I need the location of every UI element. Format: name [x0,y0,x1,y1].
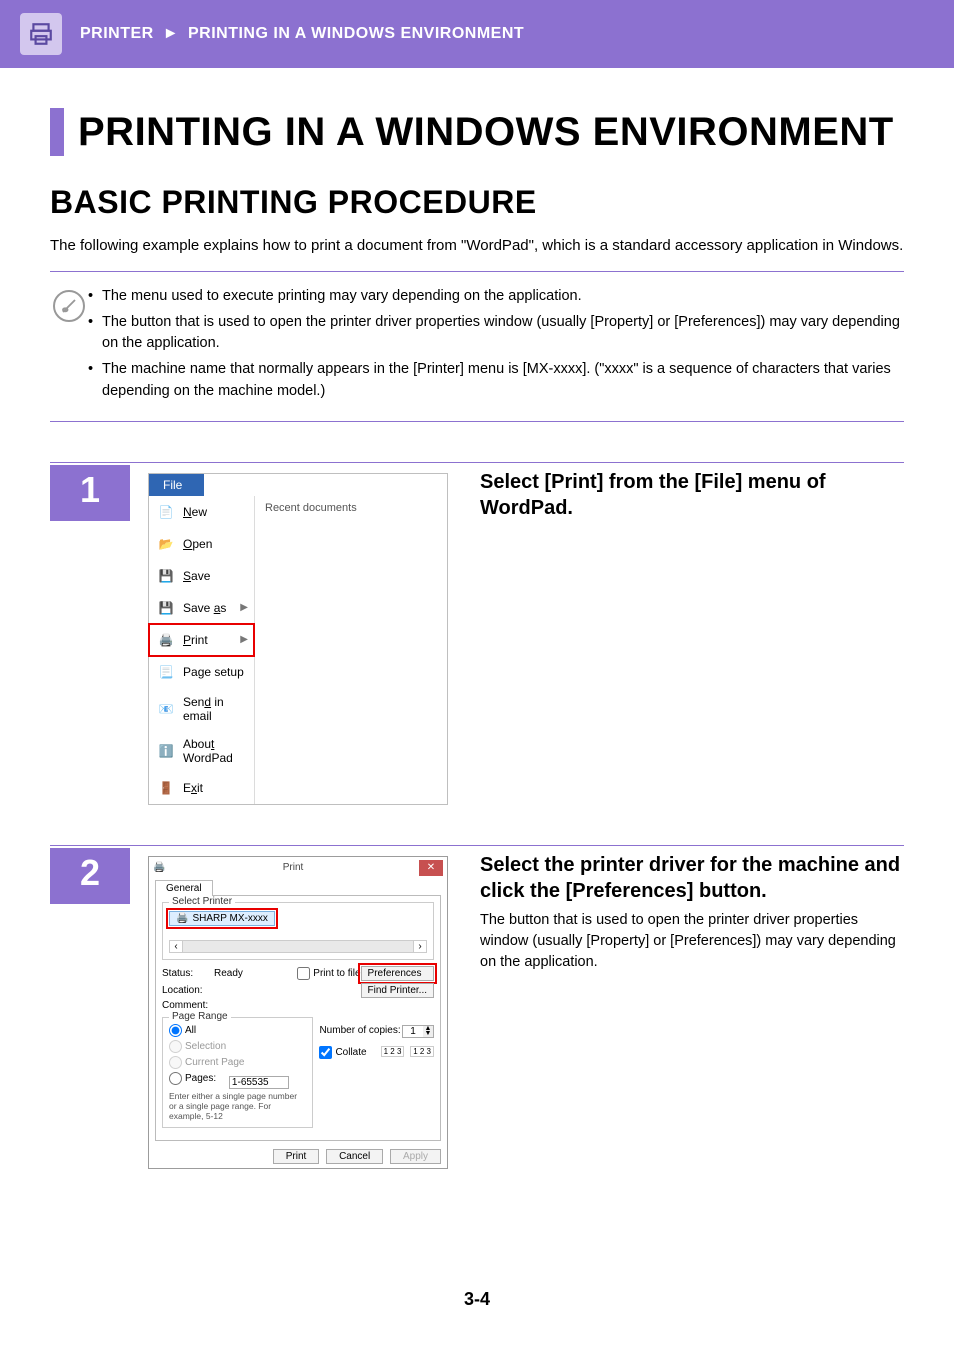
step-number: 1 [50,465,130,521]
status-value: Ready [214,968,297,979]
recent-documents-label: Recent documents [255,496,447,804]
chevron-right-icon: ▶ [240,634,248,645]
radio-current-page[interactable]: Current Page [169,1056,244,1069]
page-setup-icon: 📃 [157,663,175,681]
step-title: Select [Print] from the [File] menu of W… [480,469,904,521]
fieldset-label: Page Range [169,1011,231,1022]
cancel-button[interactable]: Cancel [326,1149,383,1164]
dialog-icon: 🖨️ [153,862,167,873]
chevron-right-icon: ▶ [240,602,248,613]
collate-preview-icon: 1 2 3 [410,1046,434,1057]
note-block: The menu used to execute printing may va… [50,280,904,413]
scrollbar-track[interactable] [183,940,413,953]
pages-input[interactable]: 1-65535 [229,1076,289,1089]
step-2: 2 🖨️ Print ✕ General Select Printer [50,845,904,1169]
title-accent-bar [50,108,64,156]
new-icon: 📄 [157,503,175,521]
close-button[interactable]: ✕ [419,860,443,876]
printer-name: SHARP MX-xxxx [192,913,267,924]
note-item: The menu used to execute printing may va… [88,286,904,308]
file-menu-button[interactable]: File [149,474,204,496]
step-1: 1 File 📄New 📂Open 💾Save 💾Save as▶ 🖨️Prin… [50,462,904,805]
section-title: BASIC PRINTING PROCEDURE [50,184,904,221]
menu-item-new[interactable]: 📄New [149,496,254,528]
fieldset-page-range: Page Range All Selection Current Page Pa… [162,1017,313,1128]
status-label: Status: [162,968,214,979]
print-dialog: 🖨️ Print ✕ General Select Printer 🖨️ SHA… [148,856,448,1169]
menu-item-page-setup[interactable]: 📃Page setup [149,656,254,688]
email-icon: 📧 [157,700,175,718]
num-copies-label: Number of copies: [319,1025,400,1038]
info-icon: ℹ️ [157,742,175,760]
note-item: The button that is used to open the prin… [88,312,904,356]
comment-label: Comment: [162,1000,214,1011]
collate-checkbox[interactable]: Collate [319,1046,366,1059]
menu-item-send-email[interactable]: 📧Send in email [149,688,254,730]
breadcrumb-page[interactable]: PRINTING IN A WINDOWS ENVIRONMENT [188,25,524,42]
page-title-row: PRINTING IN A WINDOWS ENVIRONMENT [50,108,904,156]
print-button[interactable]: Print [273,1149,320,1164]
dialog-title: Print [167,862,419,873]
find-printer-button[interactable]: Find Printer... [361,983,434,998]
page-title: PRINTING IN A WINDOWS ENVIRONMENT [78,110,894,155]
menu-item-open[interactable]: 📂Open [149,528,254,560]
divider [50,271,904,272]
step-body: The button that is used to open the prin… [480,910,904,973]
breadcrumb: PRINTER ► PRINTING IN A WINDOWS ENVIRONM… [80,25,524,43]
fieldset-select-printer: Select Printer 🖨️ SHARP MX-xxxx ‹ › [162,902,434,960]
step-number: 2 [50,848,130,904]
fieldset-label: Select Printer [169,896,235,907]
menu-item-save[interactable]: 💾Save [149,560,254,592]
menu-item-about[interactable]: ℹ️About WordPad [149,730,254,772]
printer-list-item[interactable]: 🖨️ SHARP MX-xxxx [169,911,275,926]
printer-icon: 🖨️ [176,913,188,924]
radio-all[interactable]: All [169,1024,196,1037]
radio-selection[interactable]: Selection [169,1040,226,1053]
wordpad-file-menu: File 📄New 📂Open 💾Save 💾Save as▶ 🖨️Print▶… [148,473,448,805]
print-to-file-checkbox[interactable]: Print to file [297,967,360,980]
menu-item-save-as[interactable]: 💾Save as▶ [149,592,254,624]
intro-text: The following example explains how to pr… [50,235,904,257]
note-icon [50,286,88,322]
save-as-icon: 💾 [157,599,175,617]
scroll-right-button[interactable]: › [413,940,427,953]
pages-hint: Enter either a single page number or a s… [169,1091,306,1121]
breadcrumb-section[interactable]: PRINTER [80,25,154,42]
page-number: 3-4 [50,1289,904,1310]
open-icon: 📂 [157,535,175,553]
num-copies-spinner[interactable]: 1▲▼ [402,1025,434,1038]
save-icon: 💾 [157,567,175,585]
note-item: The machine name that normally appears i… [88,359,904,403]
tab-general[interactable]: General [155,880,213,896]
scroll-left-button[interactable]: ‹ [169,940,183,953]
header-bar: PRINTER ► PRINTING IN A WINDOWS ENVIRONM… [0,0,954,68]
preferences-button[interactable]: Preferences [361,966,434,981]
divider [50,421,904,422]
printer-icon [20,13,62,55]
apply-button[interactable]: Apply [390,1149,441,1164]
step-title: Select the printer driver for the machin… [480,852,904,904]
collate-preview-icon: 1 2 3 [381,1046,405,1057]
location-label: Location: [162,985,214,996]
exit-icon: 🚪 [157,779,175,797]
menu-item-exit[interactable]: 🚪Exit [149,772,254,804]
radio-pages[interactable]: Pages: [169,1072,216,1085]
breadcrumb-sep-icon: ► [159,25,183,42]
print-icon: 🖨️ [157,631,175,649]
menu-item-print[interactable]: 🖨️Print▶ [149,624,254,656]
